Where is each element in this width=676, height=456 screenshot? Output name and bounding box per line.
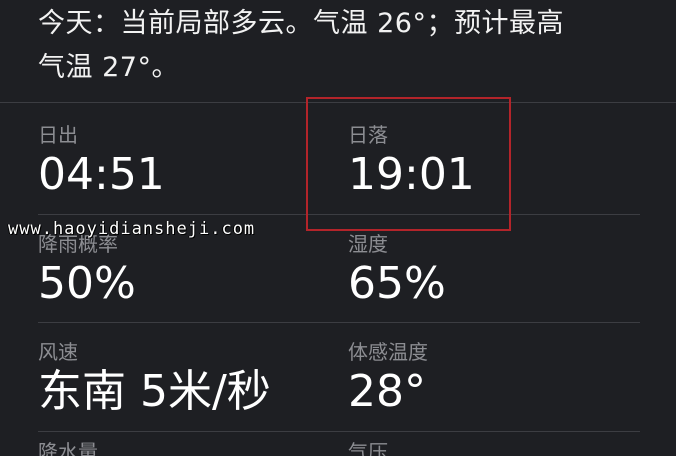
detail-value: 东南 5米/秒 [38, 366, 271, 417]
today-summary: 今天：当前局部多云。气温 26°；预计最高 气温 27°。 [38, 2, 648, 90]
detail-sunrise: 日出 04:51 [38, 123, 165, 201]
detail-value: 04:51 [38, 149, 165, 200]
detail-pressure: 气压 [348, 440, 388, 456]
detail-value: 50% [38, 258, 136, 309]
detail-label: 风速 [38, 340, 78, 364]
detail-feels-like: 体感温度 28° [348, 340, 428, 418]
detail-label: 日出 [38, 123, 78, 147]
summary-line-1: 今天：当前局部多云。气温 26°；预计最高 [38, 8, 564, 39]
detail-value: 65% [348, 258, 446, 309]
detail-rain-chance: 降雨概率 50% [38, 232, 136, 310]
detail-label: 体感温度 [348, 340, 428, 364]
detail-wind: 风速 东南 5米/秒 [38, 340, 271, 418]
sunset-highlight-box [306, 97, 511, 231]
detail-label: 湿度 [348, 232, 388, 256]
detail-label: 气压 [348, 440, 388, 456]
watermark: www.haoyidiansheji.com [8, 219, 256, 239]
detail-value: 28° [348, 366, 426, 417]
detail-precipitation: 降水量 [38, 440, 98, 456]
divider-row-3 [38, 431, 640, 432]
weather-details-screen: 今天：当前局部多云。气温 26°；预计最高 气温 27°。 日出 04:51 日… [0, 0, 676, 456]
detail-label: 降水量 [38, 440, 98, 456]
divider-row-2 [38, 322, 640, 323]
summary-line-2: 气温 27°。 [38, 52, 179, 83]
detail-humidity: 湿度 65% [348, 232, 446, 310]
